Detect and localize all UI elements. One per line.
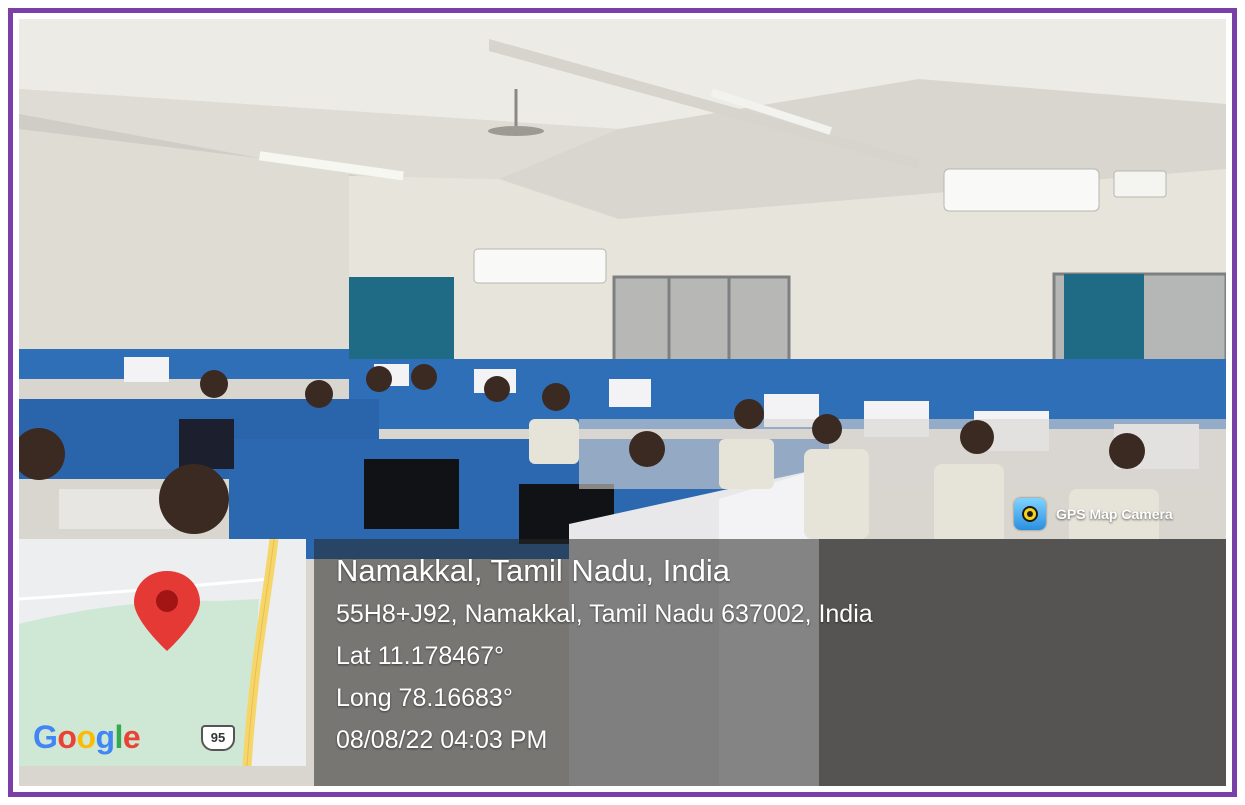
location-info: Namakkal, Tamil Nadu, India 55H8+J92, Na…: [336, 549, 873, 761]
timestamp: 08/08/22 04:03 PM: [336, 726, 548, 754]
computer-lab-photo: GPS Map Camera Google 95 Namakkal, Tamil…: [19, 19, 1226, 786]
place-name: Namakkal, Tamil Nadu, India: [336, 553, 730, 588]
route-shield-icon: 95: [201, 725, 235, 751]
location-overlay: Google 95 Namakkal, Tamil Nadu, India 55…: [19, 539, 1226, 786]
longitude: Long 78.16683°: [336, 684, 513, 712]
badge-label: GPS Map Camera: [1056, 506, 1173, 522]
map-thumbnail: Google 95: [19, 539, 306, 766]
gps-map-camera-icon: [1014, 498, 1046, 530]
gps-map-camera-badge: GPS Map Camera: [1014, 497, 1173, 531]
address: 55H8+J92, Namakkal, Tamil Nadu 637002, I…: [336, 600, 873, 628]
latitude: Lat 11.178467°: [336, 642, 505, 670]
google-logo: Google: [33, 719, 141, 755]
